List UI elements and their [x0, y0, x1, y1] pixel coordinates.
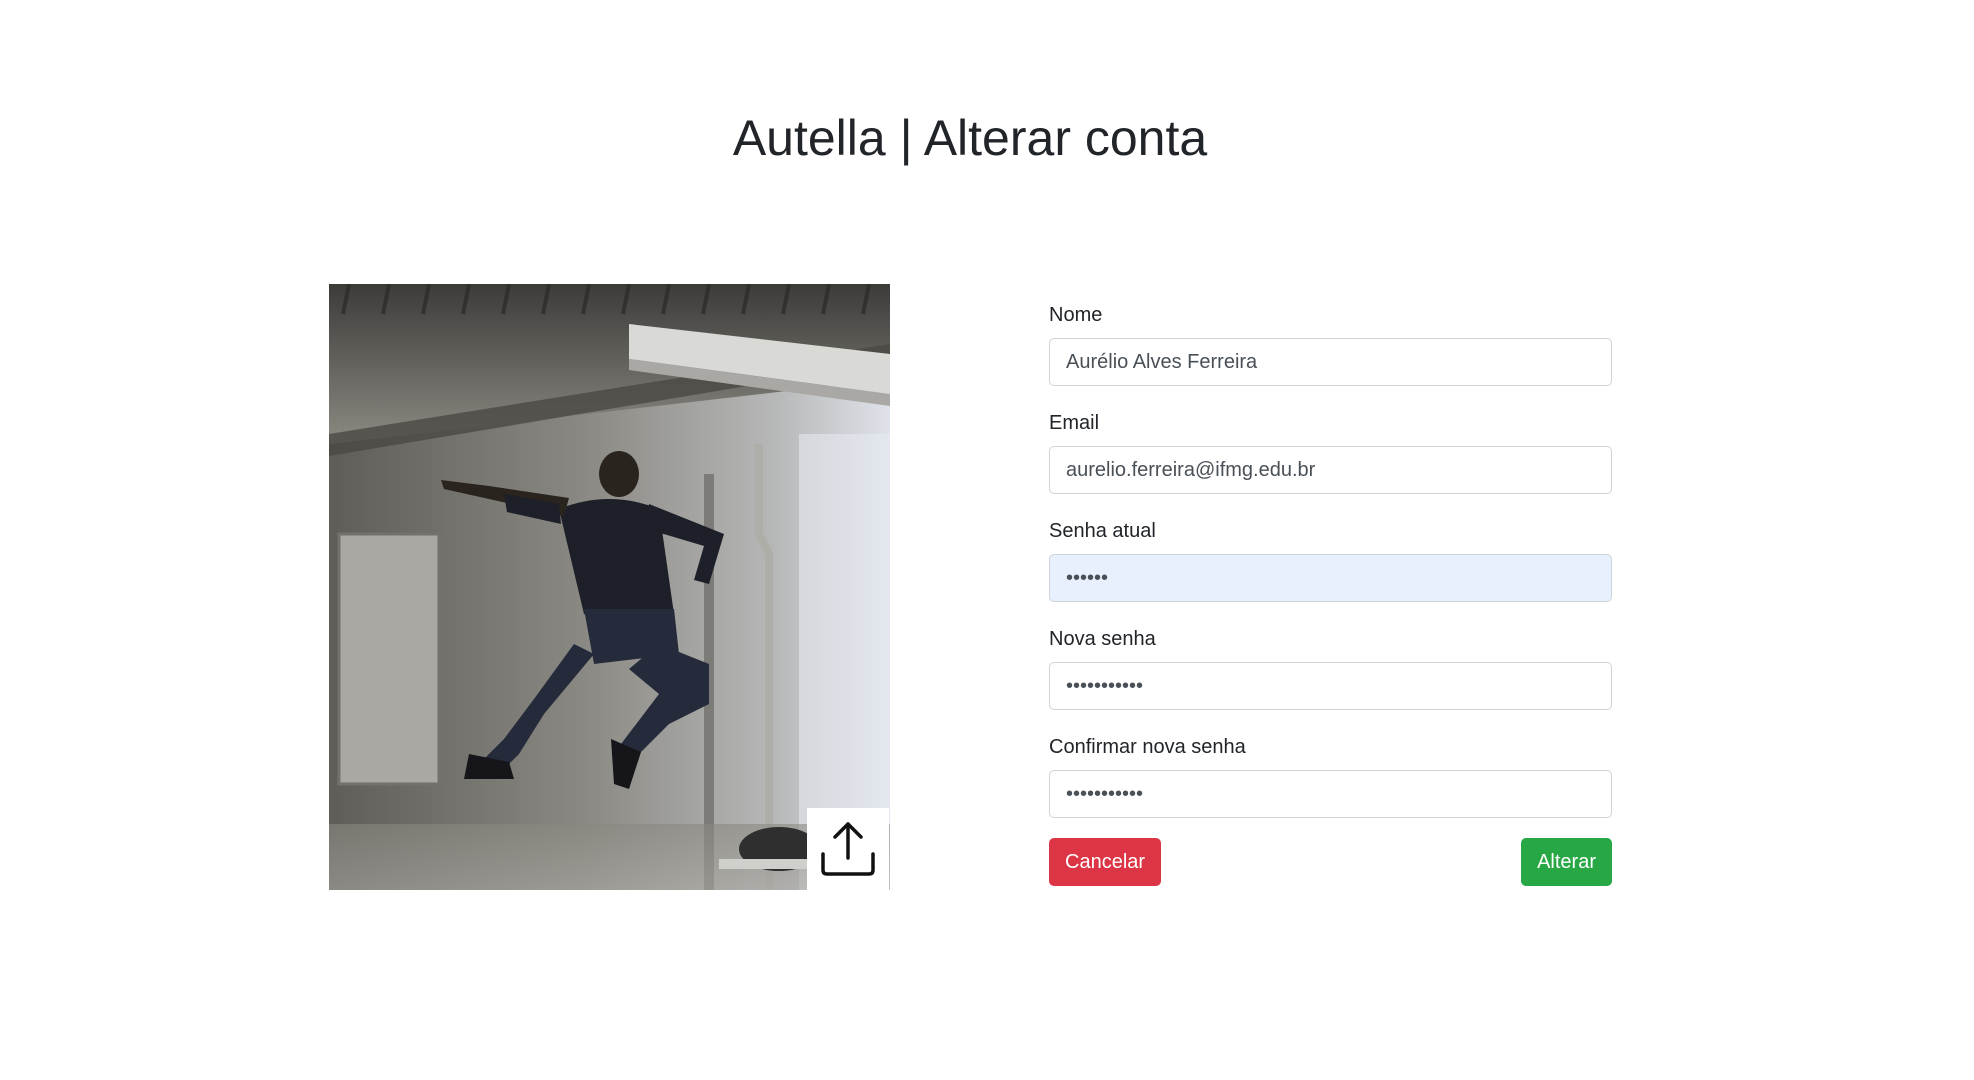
name-input[interactable] [1049, 338, 1612, 386]
profile-photo [329, 284, 890, 890]
confirm-password-input[interactable] [1049, 770, 1612, 818]
name-label: Nome [1049, 304, 1103, 326]
page-title: Autella | Alterar conta [732, 110, 1208, 166]
new-password-group: Nova senha [1049, 624, 1612, 710]
profile-photo-image [329, 284, 890, 890]
current-password-input[interactable] [1049, 554, 1612, 602]
page: Autella | Alterar conta Nome Aurélio Alv… [0, 0, 1974, 1080]
new-password-label: Nova senha [1049, 628, 1156, 650]
current-password-group: Senha atual [1049, 516, 1612, 602]
upload-photo-button[interactable] [807, 808, 889, 890]
confirm-password-label: Confirmar nova senha [1049, 736, 1246, 758]
account-form: Nome Email Senha atual Nova senha Confir… [1049, 300, 1612, 886]
cancel-button[interactable]: Cancelar [1049, 838, 1162, 886]
current-password-label: Senha atual [1049, 520, 1156, 542]
name-group: Nome [1049, 300, 1612, 386]
submit-button[interactable]: Alterar [1521, 838, 1612, 886]
form-actions: Cancelar Alterar [1049, 838, 1612, 886]
email-group: Email [1049, 408, 1612, 494]
email-label: Email [1049, 412, 1100, 434]
new-password-input[interactable] [1049, 662, 1612, 710]
email-input[interactable] [1049, 446, 1612, 494]
confirm-password-group: Confirmar nova senha [1049, 732, 1612, 818]
upload-icon [821, 822, 875, 876]
